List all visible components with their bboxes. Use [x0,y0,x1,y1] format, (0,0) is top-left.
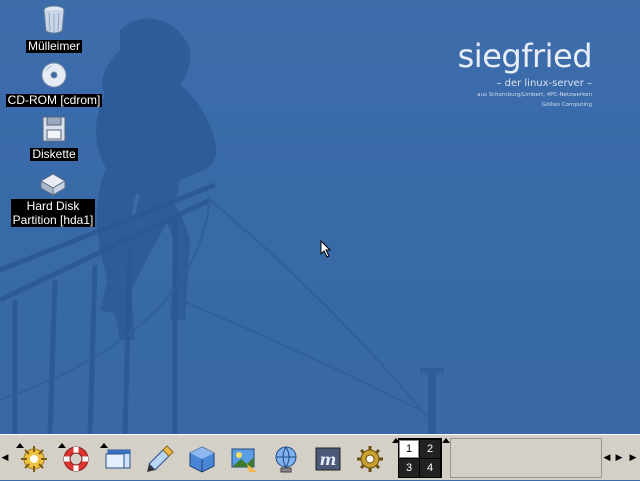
desktop[interactable]: siegfried – der linux-server – aus Schor… [0,0,640,434]
web-cube-icon [189,446,215,473]
network-globe-button[interactable] [268,441,304,477]
floppy-icon [42,116,66,142]
settings-gear-icon [357,446,383,472]
desktop-icon-label: CD-ROM [cdrom] [5,93,103,107]
desktop-icon-cdrom[interactable]: CD-ROM [cdrom] [4,61,104,108]
window-list-icon [105,449,131,469]
help-lifebuoy-icon [63,446,89,472]
terminal-button[interactable]: m [310,441,346,477]
trash-icon [43,5,65,34]
settings-button[interactable] [352,441,388,477]
desktop-icon-label: Diskette [30,147,78,161]
label-line-2: Partition [hda1] [12,213,94,227]
brand-tagline: – der linux-server – [496,78,592,89]
taskbar-scroll-left-button[interactable]: ◀ [602,435,612,481]
window-list-button[interactable] [100,441,136,477]
harddisk-icon [40,173,66,196]
text-editor-button[interactable] [142,441,178,477]
desktop-icon-harddisk[interactable]: Hard Disk Partition [hda1] [8,171,98,228]
svg-text:m: m [320,450,337,469]
text-editor-icon [147,445,174,472]
help-button[interactable] [58,441,94,477]
kde-panel: ◀ m 1 2 3 4 ◀ ▶ ▶ [0,434,640,480]
desktop-pager: 1 2 3 4 [398,438,442,478]
taskbar-scroll-right-button[interactable]: ▶ [614,435,624,481]
brand-logo: siegfried – der linux-server – aus Schor… [457,37,593,109]
image-viewer-button[interactable] [226,441,262,477]
panel-hide-left-button[interactable]: ◀ [0,435,10,481]
brand-name: siegfried [457,37,593,75]
panel-hide-right-button[interactable]: ▶ [628,435,638,481]
web-cube-button[interactable] [184,441,220,477]
network-globe-icon [275,446,297,473]
brand-line1: aus Schornburg/Limbert, 4PC-Netzwerken [477,92,592,98]
mouse-pointer-icon [320,240,332,258]
pager-desktop-1[interactable]: 1 [399,440,419,458]
pager-desktop-4[interactable]: 4 [420,459,440,477]
cdrom-icon [41,62,67,88]
taskbar-area[interactable] [450,438,602,478]
pager-desktop-2[interactable]: 2 [420,440,440,458]
kde-menu-icon [21,446,47,472]
brand-line2: Göllies Computing [541,102,592,108]
desktop-icon-trash[interactable]: Mülleimer [24,5,84,54]
pager-desktop-3[interactable]: 3 [399,459,419,477]
desktop-icon-label: Mülleimer [25,39,82,53]
terminal-m-icon: m [315,447,341,471]
label-line-1: Hard Disk [26,199,80,213]
kde-menu-button[interactable] [16,441,52,477]
desktop-icon-label: Hard Disk Partition [hda1] [10,199,96,227]
image-viewer-icon [231,448,257,472]
desktop-icon-floppy[interactable]: Diskette [24,115,84,162]
